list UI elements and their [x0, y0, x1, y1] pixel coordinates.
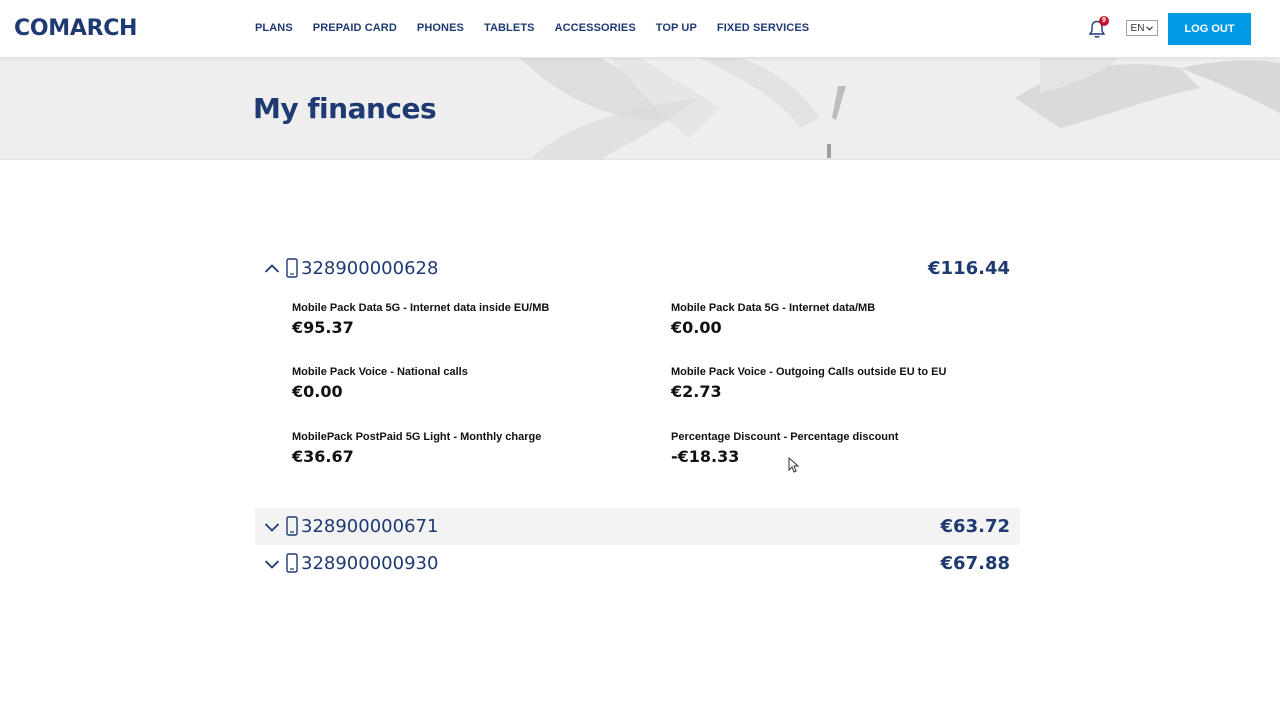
charge-item: Mobile Pack Data 5G - Internet data/MB €… [671, 302, 1031, 337]
nav-item-fixed-services[interactable]: FIXED SERVICES [717, 22, 809, 34]
phone-icon [286, 258, 298, 278]
charge-label: Mobile Pack Data 5G - Internet data/MB [671, 302, 876, 314]
account-total: €63.72 [940, 516, 1010, 537]
charge-item: Percentage Discount - Percentage discoun… [671, 431, 1031, 466]
mouse-cursor-icon [788, 457, 800, 473]
charge-amount: €0.00 [292, 382, 343, 401]
nav-item-top-up[interactable]: TOP UP [656, 22, 697, 34]
charge-label: Mobile Pack Data 5G - Internet data insi… [292, 302, 550, 314]
logout-button[interactable]: LOG OUT [1168, 13, 1251, 45]
language-select[interactable]: EN [1126, 20, 1158, 36]
notification-badge: 9 [1099, 16, 1109, 26]
nav-item-plans[interactable]: PLANS [255, 22, 293, 34]
chevron-up-icon[interactable] [264, 261, 280, 277]
charge-amount: €95.37 [292, 318, 354, 337]
phone-icon [286, 516, 298, 536]
charge-label: Mobile Pack Voice - Outgoing Calls outsi… [671, 366, 947, 378]
charge-item: Mobile Pack Data 5G - Internet data insi… [292, 302, 652, 337]
charge-amount: €0.00 [671, 318, 722, 337]
chevron-down-icon [1146, 25, 1154, 31]
charge-label: MobilePack PostPaid 5G Light - Monthly c… [292, 431, 542, 443]
nav-item-prepaid-card[interactable]: PREPAID CARD [313, 22, 397, 34]
account-row-expanded[interactable]: 328900000628 €116.44 [255, 250, 1020, 287]
charge-item: MobilePack PostPaid 5G Light - Monthly c… [292, 431, 652, 466]
account-total: €67.88 [940, 553, 1010, 574]
charge-amount: €36.67 [292, 447, 354, 466]
site-header: COMARCH PLANS PREPAID CARD PHONES TABLET… [0, 0, 1280, 58]
hero-banner: My finances [0, 58, 1280, 160]
bell-icon[interactable]: 9 [1087, 16, 1109, 41]
charge-item: Mobile Pack Voice - Outgoing Calls outsi… [671, 366, 1031, 401]
page-title: My finances [253, 92, 437, 125]
main-nav: PLANS PREPAID CARD PHONES TABLETS ACCESS… [255, 22, 809, 34]
nav-item-tablets[interactable]: TABLETS [484, 22, 535, 34]
hero-background-graphic [520, 58, 1280, 159]
charge-label: Mobile Pack Voice - National calls [292, 366, 468, 378]
account-total: €116.44 [928, 258, 1010, 279]
charge-label: Percentage Discount - Percentage discoun… [671, 431, 899, 443]
nav-item-phones[interactable]: PHONES [417, 22, 464, 34]
account-row-collapsed[interactable]: 328900000930 €67.88 [255, 545, 1020, 582]
charge-amount: -€18.33 [671, 447, 740, 466]
charge-item: Mobile Pack Voice - National calls €0.00 [292, 366, 652, 401]
phone-icon [286, 553, 298, 573]
language-value: EN [1130, 22, 1145, 34]
comarch-logo[interactable]: COMARCH [14, 16, 137, 41]
account-row-collapsed[interactable]: 328900000671 €63.72 [255, 508, 1020, 545]
charge-amount: €2.73 [671, 382, 722, 401]
nav-item-accessories[interactable]: ACCESSORIES [555, 22, 636, 34]
account-number: 328900000628 [301, 258, 439, 279]
chevron-down-icon[interactable] [264, 556, 280, 572]
account-number: 328900000930 [301, 553, 439, 574]
chevron-down-icon[interactable] [264, 519, 280, 535]
account-number: 328900000671 [301, 516, 439, 537]
